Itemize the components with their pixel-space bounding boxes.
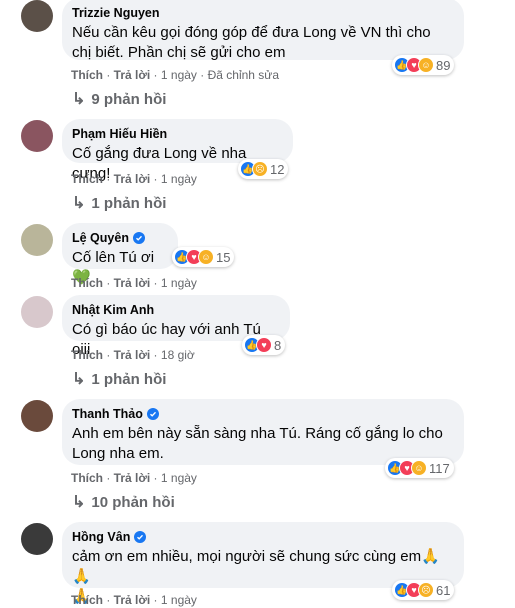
comment-actions: Thích · Trả lời · 1 ngày · Đã chỉnh sửa [71, 68, 279, 82]
avatar[interactable] [21, 0, 53, 32]
commenter-name[interactable]: Nhật Kim Anh [72, 302, 278, 318]
comment-bubble: Thanh Thảo Anh em bên này sẵn sàng nha T… [62, 399, 464, 465]
comment-actions: Thích · Trả lời · 1 ngày [71, 471, 197, 485]
avatar[interactable] [21, 296, 53, 328]
like-button[interactable]: Thích [71, 471, 103, 485]
love-reaction-icon: ♥ [256, 337, 272, 353]
commenter-name[interactable]: Lệ Quyên [72, 230, 166, 246]
reply-button[interactable]: Trả lời [114, 348, 151, 362]
comment-bubble: Hồng Vân cảm ơn em nhiều, mọi người sẽ c… [62, 522, 464, 605]
comment-actions: Thích · Trả lời · 1 ngày [71, 172, 197, 186]
like-button[interactable]: Thích [71, 348, 103, 362]
view-replies-button[interactable]: ↳ 1 phản hồi [72, 369, 166, 389]
commenter-name[interactable]: Phạm Hiếu Hiền [72, 126, 281, 142]
timestamp[interactable]: 1 ngày [161, 68, 197, 82]
reaction-count: 89 [436, 57, 451, 73]
reaction-count: 61 [436, 582, 451, 598]
reaction-summary[interactable]: 👍 ♥ ☹ 61 [392, 580, 455, 600]
reaction-summary[interactable]: 👍 ♥ ☺ 15 [172, 247, 235, 267]
commenter-name[interactable]: Trizzie Nguyen [72, 5, 452, 21]
care-reaction-icon: ☺ [418, 57, 434, 73]
reply-button[interactable]: Trả lời [114, 471, 151, 485]
verified-badge-icon [132, 232, 145, 244]
reply-button[interactable]: Trả lời [114, 276, 151, 290]
avatar[interactable] [21, 400, 53, 432]
like-button[interactable]: Thích [71, 172, 103, 186]
verified-badge-icon [146, 408, 159, 420]
avatar[interactable] [21, 224, 53, 256]
reply-arrow-icon: ↳ [72, 494, 86, 511]
avatar[interactable] [21, 523, 53, 555]
like-button[interactable]: Thích [71, 68, 103, 82]
sad-reaction-icon: ☹ [418, 582, 434, 598]
comment-actions: Thích · Trả lời · 1 ngày [71, 276, 197, 290]
reply-button[interactable]: Trả lời [114, 172, 151, 186]
care-reaction-icon: ☺ [198, 249, 214, 265]
comment-bubble: Phạm Hiếu Hiền Cố gắng đưa Long về nha c… [62, 119, 293, 182]
verified-badge-icon [134, 531, 147, 543]
comment-actions: Thích · Trả lời · 1 ngày [71, 593, 197, 607]
reaction-summary[interactable]: 👍 ♥ ☺ 117 [385, 458, 454, 478]
comment-bubble: Lệ Quyên Cố lên Tú ơi💚 [62, 223, 178, 286]
avatar[interactable] [21, 120, 53, 152]
view-replies-button[interactable]: ↳ 9 phản hồi [72, 89, 166, 109]
reaction-count: 117 [429, 460, 450, 476]
commenter-name[interactable]: Hồng Vân [72, 529, 452, 545]
view-replies-button[interactable]: ↳ 10 phản hồi [72, 492, 175, 512]
view-replies-button[interactable]: ↳ 1 phản hồi [72, 193, 166, 213]
reply-arrow-icon: ↳ [72, 195, 86, 212]
timestamp[interactable]: 1 ngày [161, 276, 197, 290]
commenter-name[interactable]: Thanh Thảo [72, 406, 452, 422]
reaction-summary[interactable]: 👍 ♥ 8 [242, 335, 286, 355]
timestamp[interactable]: 18 giờ [161, 348, 195, 362]
reaction-summary[interactable]: 👍 ♥ ☺ 89 [392, 55, 455, 75]
like-button[interactable]: Thích [71, 276, 103, 290]
reply-button[interactable]: Trả lời [114, 68, 151, 82]
care-reaction-icon: ☺ [411, 460, 427, 476]
reaction-count: 8 [274, 337, 282, 353]
comment-bubble: Trizzie Nguyen Nếu cần kêu gọi đóng góp … [62, 0, 464, 61]
timestamp[interactable]: 1 ngày [161, 471, 197, 485]
reply-arrow-icon: ↳ [72, 91, 86, 108]
reaction-summary[interactable]: 👍 ☹ 12 [238, 159, 289, 179]
comment-actions: Thích · Trả lời · 18 giờ [71, 348, 195, 362]
sad-reaction-icon: ☹ [252, 161, 268, 177]
reaction-count: 12 [270, 161, 285, 177]
timestamp[interactable]: 1 ngày [161, 172, 197, 186]
edited-label: Đã chỉnh sửa [207, 68, 279, 82]
reaction-count: 15 [216, 249, 231, 265]
reply-arrow-icon: ↳ [72, 371, 86, 388]
